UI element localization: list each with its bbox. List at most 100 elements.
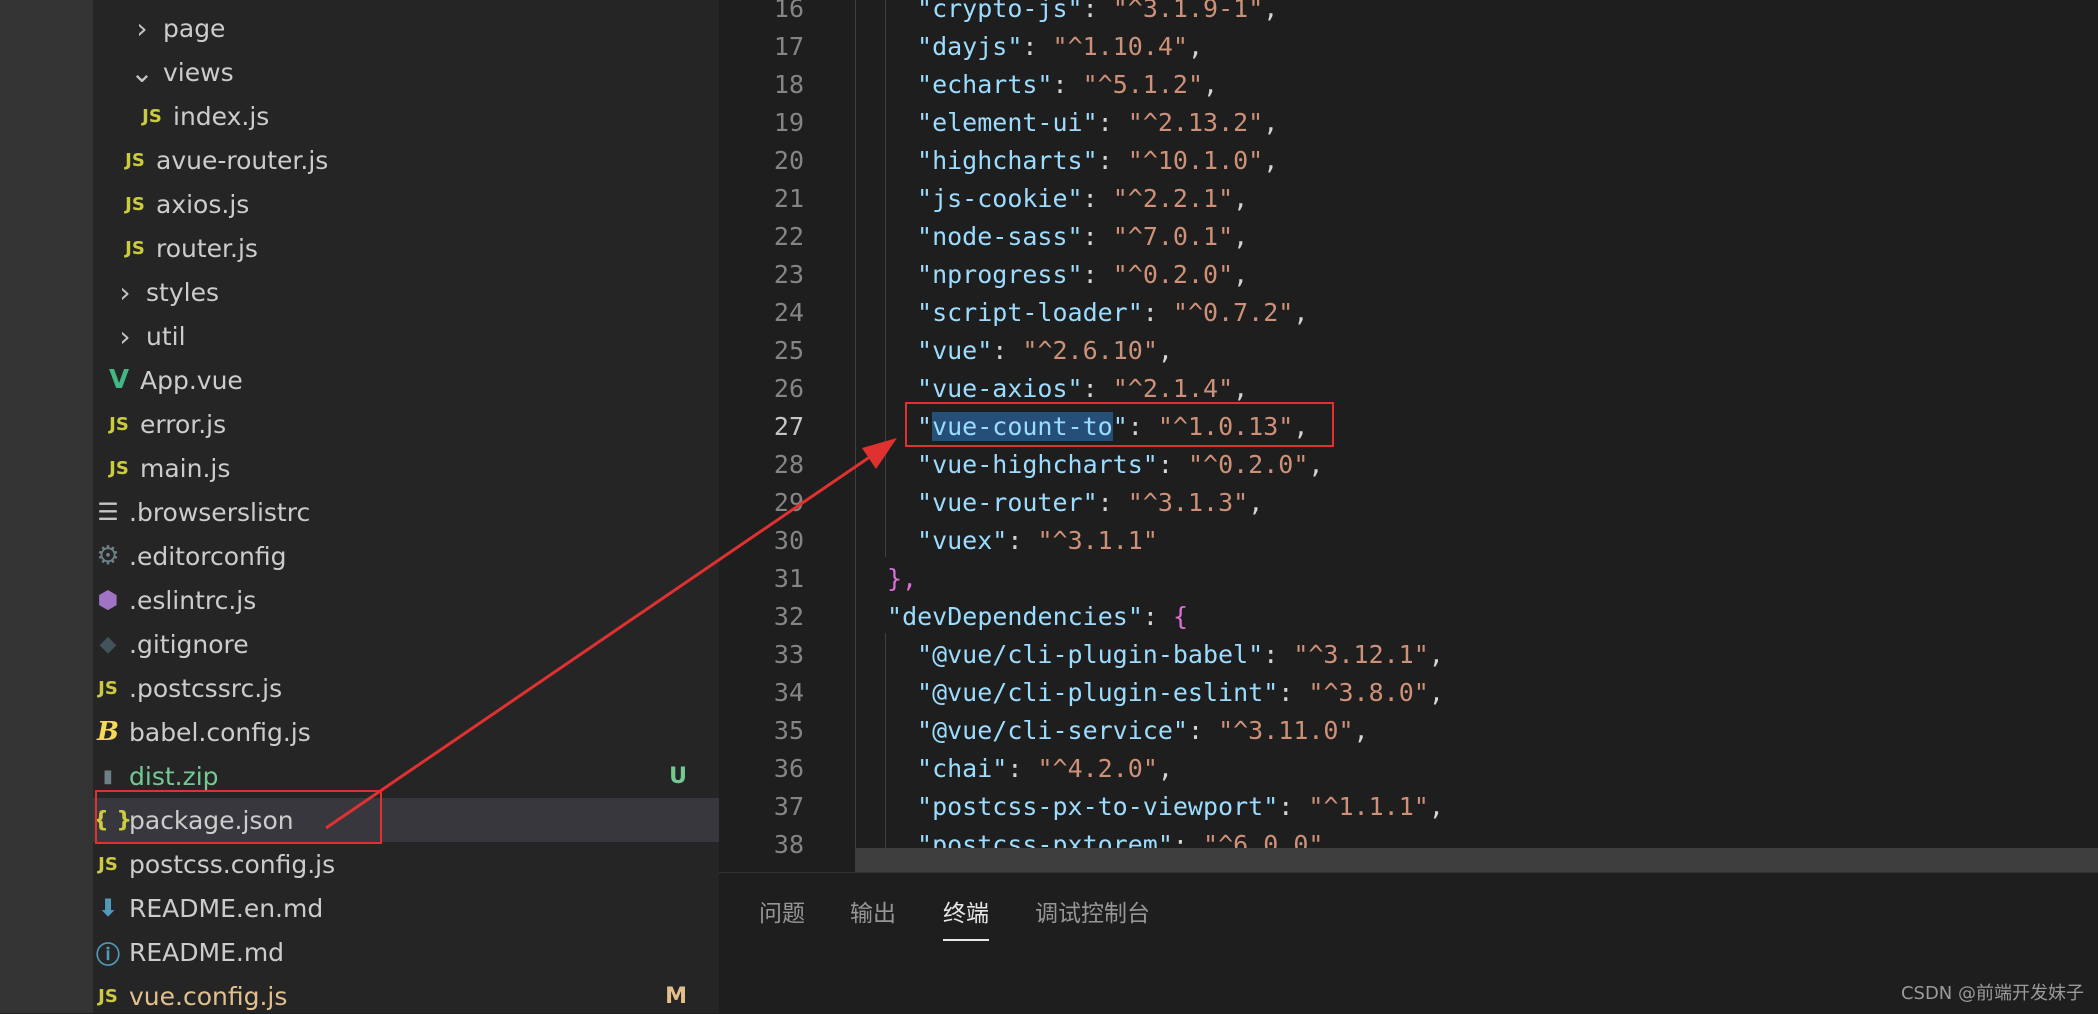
line-number: 29	[773, 488, 804, 517]
tab-output[interactable]: 输出	[850, 895, 896, 933]
code-line[interactable]: 21 "js-cookie": "^2.2.1",	[719, 180, 2098, 218]
quote: "	[1248, 640, 1264, 669]
file-label: .gitignore	[129, 629, 249, 659]
comma: ,	[1187, 32, 1204, 61]
code-content: "vue-router": "^3.1.3",	[917, 484, 1263, 522]
code-line[interactable]: 33 "@vue/cli-plugin-babel": "^3.12.1",	[719, 636, 2098, 674]
file-label: util	[146, 321, 186, 351]
quote: "	[917, 336, 933, 365]
quote: "	[1067, 184, 1083, 213]
quote: "	[1187, 70, 1204, 99]
quote: "	[1308, 678, 1324, 707]
code-line[interactable]: 22 "node-sass": "^7.0.1",	[719, 218, 2098, 256]
file-dot-editorconfig[interactable]: ⚙ .editorconfig	[93, 534, 719, 578]
quote: "	[917, 260, 933, 289]
file-error-js[interactable]: JS error.js	[93, 402, 719, 446]
quote: "	[1278, 298, 1294, 327]
file-label: .browserslistrc	[129, 497, 311, 527]
code-line[interactable]: 36 "chai": "^4.2.0",	[719, 750, 2098, 788]
code-line[interactable]: 30 "vuex": "^3.1.1"	[719, 522, 2098, 560]
colon: :	[1187, 716, 1219, 745]
code-line[interactable]: 19 "element-ui": "^2.13.2",	[719, 104, 2098, 142]
chevron-right-icon: ›	[119, 319, 131, 353]
json-value: ^3.11.0	[1233, 716, 1339, 745]
code-line[interactable]: 16 "crypto-js": "^3.1.9-1",	[719, 0, 2098, 28]
comma: ,	[1293, 298, 1309, 327]
comma: ,	[1157, 754, 1173, 783]
colon: :	[1097, 488, 1128, 517]
tab-label: 终端	[943, 901, 989, 927]
comma: ,	[1263, 0, 1279, 23]
file-dot-postcssrc-js[interactable]: JS .postcssrc.js	[93, 666, 719, 710]
git-status-badge: U	[669, 763, 687, 789]
code-line[interactable]: 37 "postcss-px-to-viewport": "^1.1.1",	[719, 788, 2098, 826]
code-line[interactable]: 24 "script-loader": "^0.7.2",	[719, 294, 2098, 332]
colon: :	[1052, 70, 1083, 99]
tab-problems[interactable]: 问题	[759, 895, 805, 933]
comma: ,	[1263, 108, 1279, 137]
quote: "	[917, 146, 933, 175]
code-line[interactable]: 28 "vue-highcharts": "^0.2.0",	[719, 446, 2098, 484]
code-line[interactable]: 17 "dayjs": "^1.10.4",	[719, 28, 2098, 66]
left-gutter	[0, 0, 93, 1013]
folder-page[interactable]: › page	[93, 6, 719, 50]
file-dot-gitignore[interactable]: ◆ .gitignore	[93, 622, 719, 666]
file-axios-js[interactable]: JS axios.js	[93, 182, 719, 226]
code-content: "vuex": "^3.1.1"	[917, 522, 1158, 560]
code-line[interactable]: 23 "nprogress": "^0.2.0",	[719, 256, 2098, 294]
file-avue-router-js[interactable]: JS avue-router.js	[93, 138, 719, 182]
horizontal-scrollbar[interactable]	[855, 848, 2098, 872]
code-content: "echarts": "^5.1.2",	[917, 66, 1218, 104]
code-content: "dayjs": "^1.10.4",	[917, 28, 1203, 66]
quote: "	[1233, 488, 1249, 517]
colon: :	[992, 336, 1023, 365]
code-content: "nprogress": "^0.2.0",	[917, 256, 1248, 294]
file-readme-md[interactable]: ⓘ README.md	[93, 930, 719, 974]
comma: ,	[1248, 488, 1264, 517]
colon: :	[1097, 146, 1128, 175]
code-content: "crypto-js": "^3.1.9-1",	[917, 0, 1278, 28]
file-router-js[interactable]: JS router.js	[93, 226, 719, 270]
folder-views[interactable]: ⌄ views	[93, 50, 719, 94]
file-postcss-config-js[interactable]: JS postcss.config.js	[93, 842, 719, 886]
json-key: vue	[932, 336, 978, 365]
code-line[interactable]: 20 "highcharts": "^10.1.0",	[719, 142, 2098, 180]
code-line[interactable]: 35 "@vue/cli-service": "^3.11.0",	[719, 712, 2098, 750]
code-content: "postcss-px-to-viewport": "^1.1.1",	[917, 788, 1444, 826]
file-vue-config-js[interactable]: JS vue.config.js M	[93, 974, 719, 1013]
file-readme-en-md[interactable]: ⬇ README.en.md	[93, 886, 719, 930]
tab-terminal[interactable]: 终端	[943, 895, 989, 941]
json-value: ^3.1.9-1	[1127, 0, 1249, 23]
code-line[interactable]: 29 "vue-router": "^3.1.3",	[719, 484, 2098, 522]
json-value: ^7.0.1	[1127, 222, 1219, 251]
json-value: ^1.10.4	[1067, 32, 1173, 61]
json-key: highcharts	[932, 146, 1083, 175]
file-dot-eslintrc-js[interactable]: ⬢ .eslintrc.js	[93, 578, 719, 622]
json-key: dayjs	[932, 32, 1008, 61]
code-line[interactable]: 32 "devDependencies": {	[719, 598, 2098, 636]
file-main-js[interactable]: JS main.js	[93, 446, 719, 490]
code-content: "vue-highcharts": "^0.2.0",	[917, 446, 1323, 484]
line-number: 28	[773, 450, 804, 479]
code-line[interactable]: 25 "vue": "^2.6.10",	[719, 332, 2098, 370]
file-babel-config-js[interactable]: Bbabel.config.js	[93, 710, 719, 754]
tab-debug-console[interactable]: 调试控制台	[1035, 895, 1150, 933]
code-line[interactable]: 31},	[719, 560, 2098, 598]
quote: "	[1127, 298, 1143, 327]
folder-util[interactable]: › util	[93, 314, 719, 358]
quote: "	[1007, 32, 1023, 61]
javascript-file-icon: JS	[98, 853, 118, 875]
file-dot-browserslistrc[interactable]: ☰ .browserslistrc	[93, 490, 719, 534]
folder-styles[interactable]: › styles	[93, 270, 719, 314]
quote: "	[1142, 336, 1158, 365]
quote: "	[1248, 146, 1264, 175]
quote: "	[917, 184, 933, 213]
code-line[interactable]: 18 "echarts": "^5.1.2",	[719, 66, 2098, 104]
code-line[interactable]: 34 "@vue/cli-plugin-eslint": "^3.8.0",	[719, 674, 2098, 712]
file-index-js[interactable]: JS index.js	[93, 94, 719, 138]
quote: "	[1037, 70, 1053, 99]
file-app-vue[interactable]: V App.vue	[93, 358, 719, 402]
code-content: "script-loader": "^0.7.2",	[917, 294, 1308, 332]
colon: :	[1082, 374, 1113, 403]
quote: "	[1248, 0, 1264, 23]
